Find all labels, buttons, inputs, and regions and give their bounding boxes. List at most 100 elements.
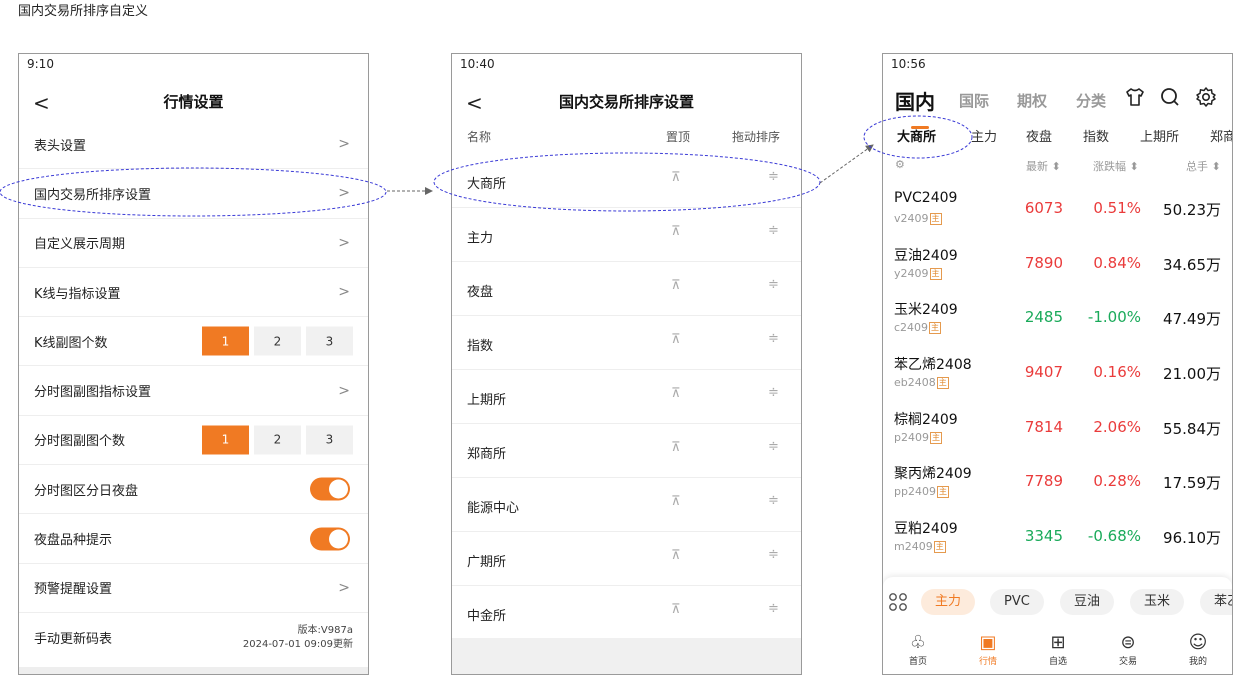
- nav-watchlist[interactable]: ⊞ 自选: [1038, 632, 1078, 667]
- drag-handle-icon[interactable]: ≑: [768, 601, 779, 616]
- pin-to-top-icon[interactable]: ⊼: [671, 494, 681, 509]
- row-label: 表头设置: [34, 138, 87, 154]
- exchange-sort-row[interactable]: 指数 ⊼ ≑: [452, 316, 801, 370]
- market-top-tabs: 国内 国际 期权 分类: [883, 84, 1232, 124]
- night-hint-toggle[interactable]: [310, 527, 350, 551]
- drag-handle-icon[interactable]: ≑: [768, 547, 779, 562]
- exchange-sort-row[interactable]: 夜盘 ⊼ ≑: [452, 262, 801, 316]
- status-time: 10:56: [891, 57, 926, 71]
- drag-handle-icon[interactable]: ≑: [768, 169, 779, 184]
- count-option-3[interactable]: 3: [306, 326, 353, 356]
- latest-price: 6073: [1024, 199, 1063, 217]
- exchange-sort-row[interactable]: 上期所 ⊼ ≑: [452, 370, 801, 424]
- drag-handle-icon[interactable]: ≑: [768, 277, 779, 292]
- home-icon: ♧: [909, 632, 927, 653]
- pin-to-top-icon[interactable]: ⊼: [671, 440, 681, 455]
- document-title: 国内交易所排序自定义: [18, 4, 149, 19]
- pin-to-top-icon[interactable]: ⊼: [671, 548, 681, 563]
- chip-main[interactable]: 主力: [921, 589, 976, 615]
- quote-row[interactable]: 豆油2409 y2409 主 7890 0.84% 34.65万: [883, 237, 1232, 292]
- header-drag: 拖动排序: [732, 130, 781, 144]
- pin-to-top-icon[interactable]: ⊼: [671, 332, 681, 347]
- exchange-sort-row[interactable]: 中金所 ⊼ ≑: [452, 586, 801, 640]
- pin-to-top-icon[interactable]: ⊼: [671, 278, 681, 293]
- quote-row[interactable]: 豆粕2409 m2409 主 3345 -0.68% 96.10万: [883, 510, 1232, 565]
- row-label: 自定义展示周期: [34, 237, 126, 253]
- total-volume: 55.84万: [1163, 419, 1221, 438]
- exchange-tab-night[interactable]: 夜盘: [1026, 126, 1052, 145]
- watchlist-icon: ⊞: [1050, 632, 1066, 653]
- exchange-tab-index[interactable]: 指数: [1083, 126, 1109, 145]
- market-chart-icon: ▣: [979, 632, 997, 653]
- count-option-1[interactable]: 1: [202, 425, 249, 455]
- shirt-icon[interactable]: [1124, 86, 1146, 108]
- contract-code-text: m2409: [894, 540, 933, 554]
- chip-corn[interactable]: 玉米: [1130, 589, 1185, 615]
- grid-icon[interactable]: [888, 592, 908, 617]
- settings-small-icon[interactable]: ⚙: [895, 158, 905, 171]
- status-time: 9:10: [27, 57, 54, 71]
- drag-handle-icon[interactable]: ≑: [768, 385, 779, 400]
- exchange-sort-row[interactable]: 能源中心 ⊼ ≑: [452, 478, 801, 532]
- quote-row[interactable]: 棕榈2409 p2409 主 7814 2.06% 55.84万: [883, 401, 1232, 456]
- exchange-tab-main[interactable]: 主力: [971, 126, 997, 145]
- header-latest[interactable]: 最新 ⬍: [1026, 158, 1061, 174]
- quote-row[interactable]: PVC2409 v2409 主 6073 0.51% 50.23万: [883, 182, 1232, 237]
- exchange-name: 大商所: [467, 177, 507, 192]
- settings-row-exchange-sort[interactable]: 国内交易所排序设置 >: [19, 169, 368, 219]
- exchange-name: 能源中心: [467, 501, 520, 516]
- pin-to-top-icon[interactable]: ⊼: [671, 602, 681, 617]
- tab-category[interactable]: 分类: [1076, 90, 1106, 111]
- count-option-3[interactable]: 3: [306, 425, 353, 455]
- nav-home[interactable]: ♧ 首页: [898, 632, 938, 667]
- chip-styrene[interactable]: 苯乙: [1200, 589, 1232, 615]
- settings-row-timeshare-indicator[interactable]: 分时图副图指标设置 >: [19, 366, 368, 416]
- pin-to-top-icon[interactable]: ⊼: [671, 386, 681, 401]
- pin-to-top-icon[interactable]: ⊼: [671, 224, 681, 239]
- settings-row-alert[interactable]: 预警提醒设置 >: [19, 564, 368, 613]
- contract-code-text: eb2408: [894, 376, 936, 390]
- quote-row[interactable]: 聚丙烯2409 pp2409 主 7789 0.28% 17.59万: [883, 455, 1232, 510]
- search-icon[interactable]: [1159, 86, 1181, 108]
- settings-row-custom-period[interactable]: 自定义展示周期 >: [19, 219, 368, 268]
- day-night-toggle[interactable]: [310, 477, 350, 501]
- quote-row[interactable]: 苯乙烯2408 eb2408 主 9407 0.16% 21.00万: [883, 346, 1232, 401]
- count-option-1[interactable]: 1: [202, 326, 249, 356]
- settings-row-update-codes[interactable]: 手动更新码表 版本:V987a 2024-07-01 09:09更新: [19, 613, 368, 662]
- drag-handle-icon[interactable]: ≑: [768, 493, 779, 508]
- header-volume[interactable]: 总手 ⬍: [1186, 158, 1221, 174]
- contract-code: m2409 主: [894, 540, 946, 554]
- settings-row-header[interactable]: 表头设置 >: [19, 120, 368, 170]
- quote-row[interactable]: 玉米2409 c2409 主 2485 -1.00% 47.49万: [883, 291, 1232, 346]
- exchange-tab-czce[interactable]: 郑商: [1210, 126, 1232, 145]
- chip-soyoil[interactable]: 豆油: [1060, 589, 1115, 615]
- phone-screen-exchange-sort: 10:40 < 国内交易所排序设置 名称 置顶 拖动排序 大商所 ⊼ ≑ 主力 ⊼ ≑ 夜盘…: [451, 53, 802, 675]
- chip-pvc[interactable]: PVC: [990, 589, 1044, 615]
- row-label: 夜盘品种提示: [34, 533, 113, 549]
- pin-to-top-icon[interactable]: ⊼: [671, 170, 681, 185]
- exchange-tab-shfe[interactable]: 上期所: [1140, 126, 1179, 145]
- nav-mine-label: 我的: [1188, 657, 1207, 667]
- gear-icon[interactable]: [1195, 86, 1217, 108]
- exchange-sort-row[interactable]: 郑商所 ⊼ ≑: [452, 424, 801, 478]
- exchange-sort-row[interactable]: 主力 ⊼ ≑: [452, 208, 801, 262]
- nav-trade[interactable]: ⊜ 交易: [1108, 632, 1148, 667]
- nav-mine[interactable]: ☺ 我的: [1178, 632, 1218, 667]
- exchange-sort-row[interactable]: 广期所 ⊼ ≑: [452, 532, 801, 586]
- drag-handle-icon[interactable]: ≑: [768, 223, 779, 238]
- settings-row-kline-indicator[interactable]: K线与指标设置 >: [19, 268, 368, 318]
- contract-name: 棕榈2409: [894, 411, 958, 428]
- tab-international[interactable]: 国际: [959, 90, 989, 111]
- count-option-2[interactable]: 2: [254, 425, 301, 455]
- drag-handle-icon[interactable]: ≑: [768, 439, 779, 454]
- exchange-sort-row[interactable]: 大商所 ⊼ ≑: [452, 154, 801, 208]
- nav-market[interactable]: ▣ 行情: [968, 632, 1008, 667]
- total-volume: 50.23万: [1163, 201, 1221, 219]
- updated-time: 2024-07-01 09:09更新: [242, 638, 353, 650]
- header-change[interactable]: 涨跌幅 ⬍: [1093, 158, 1139, 174]
- nav-bar: < 国内交易所排序设置: [452, 84, 801, 120]
- tab-options[interactable]: 期权: [1017, 90, 1047, 111]
- tab-domestic[interactable]: 国内: [895, 86, 935, 115]
- drag-handle-icon[interactable]: ≑: [768, 331, 779, 346]
- count-option-2[interactable]: 2: [254, 326, 301, 356]
